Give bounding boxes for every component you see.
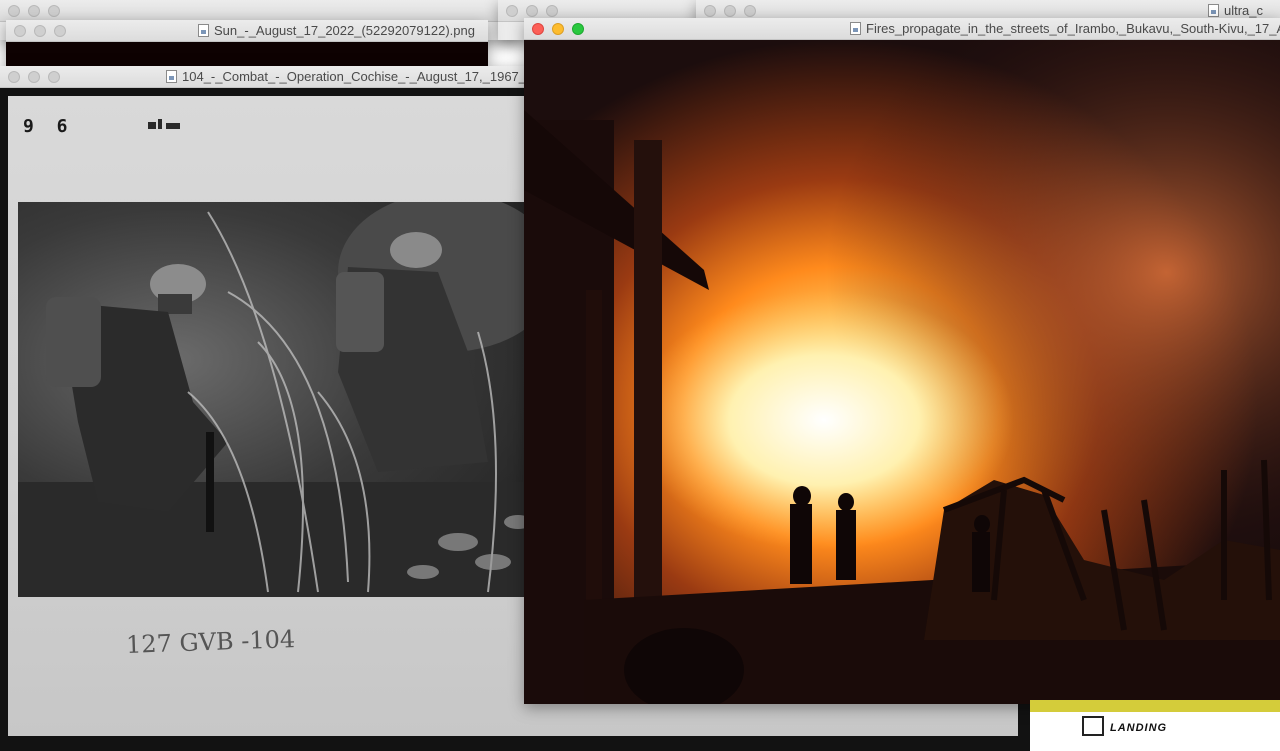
- minimize-button[interactable]: [724, 5, 736, 17]
- close-button[interactable]: [14, 25, 26, 37]
- minimize-button[interactable]: [28, 5, 40, 17]
- minimize-button[interactable]: [28, 71, 40, 83]
- handwritten-caption: 127 GVB -104: [125, 625, 296, 659]
- window-title-text: ultra_c: [1224, 3, 1264, 18]
- landing-window[interactable]: LANDING: [1030, 700, 1280, 751]
- window-title-text: Fires_propagate_in_the_streets_of_Irambo…: [866, 21, 1280, 36]
- document-icon: [850, 22, 861, 35]
- traffic-lights: [506, 5, 558, 17]
- zoom-button[interactable]: [546, 5, 558, 17]
- map-symbol: [1082, 716, 1104, 736]
- window-strip: [1030, 700, 1280, 712]
- window-title: 104_-_Combat_-_Operation_Cochise_-_Augus…: [166, 69, 548, 84]
- landing-label: LANDING: [1110, 722, 1168, 734]
- document-icon: [1208, 4, 1219, 17]
- zoom-button[interactable]: [54, 25, 66, 37]
- minimize-button[interactable]: [552, 23, 564, 35]
- soldiers-photo: [18, 202, 538, 597]
- window-title-text: Sun_-_August_17_2022_(52292079122).png: [214, 23, 475, 38]
- card-number: 9 6: [23, 116, 74, 137]
- window-titlebar[interactable]: Sun_-_August_17_2022_(52292079122).png: [6, 20, 488, 42]
- close-button[interactable]: [8, 5, 20, 17]
- window-title: ultra_c: [1208, 3, 1263, 18]
- minimize-button[interactable]: [526, 5, 538, 17]
- document-icon: [166, 70, 177, 83]
- stamp-mark: [148, 119, 180, 129]
- zoom-button[interactable]: [572, 23, 584, 35]
- traffic-lights: [14, 25, 66, 37]
- close-button[interactable]: [506, 5, 518, 17]
- document-icon: [198, 24, 209, 37]
- window-titlebar[interactable]: Fires_propagate_in_the_streets_of_Irambo…: [524, 18, 1280, 40]
- traffic-lights: [8, 71, 60, 83]
- traffic-lights: [8, 5, 60, 17]
- sun-image: [6, 42, 488, 66]
- minimize-button[interactable]: [34, 25, 46, 37]
- window-title-text: 104_-_Combat_-_Operation_Cochise_-_Augus…: [182, 69, 549, 84]
- traffic-lights: [704, 5, 756, 17]
- traffic-lights: [532, 23, 584, 35]
- window-title: Fires_propagate_in_the_streets_of_Irambo…: [850, 21, 1280, 36]
- close-button[interactable]: [8, 71, 20, 83]
- zoom-button[interactable]: [744, 5, 756, 17]
- close-button[interactable]: [532, 23, 544, 35]
- fire-image: [524, 40, 1280, 704]
- zoom-button[interactable]: [48, 71, 60, 83]
- window-titlebar[interactable]: [0, 0, 520, 22]
- zoom-button[interactable]: [48, 5, 60, 17]
- sun-window[interactable]: Sun_-_August_17_2022_(52292079122).png: [6, 20, 488, 66]
- window-title: Sun_-_August_17_2022_(52292079122).png: [198, 23, 475, 38]
- fire-window[interactable]: Fires_propagate_in_the_streets_of_Irambo…: [524, 18, 1280, 704]
- close-button[interactable]: [704, 5, 716, 17]
